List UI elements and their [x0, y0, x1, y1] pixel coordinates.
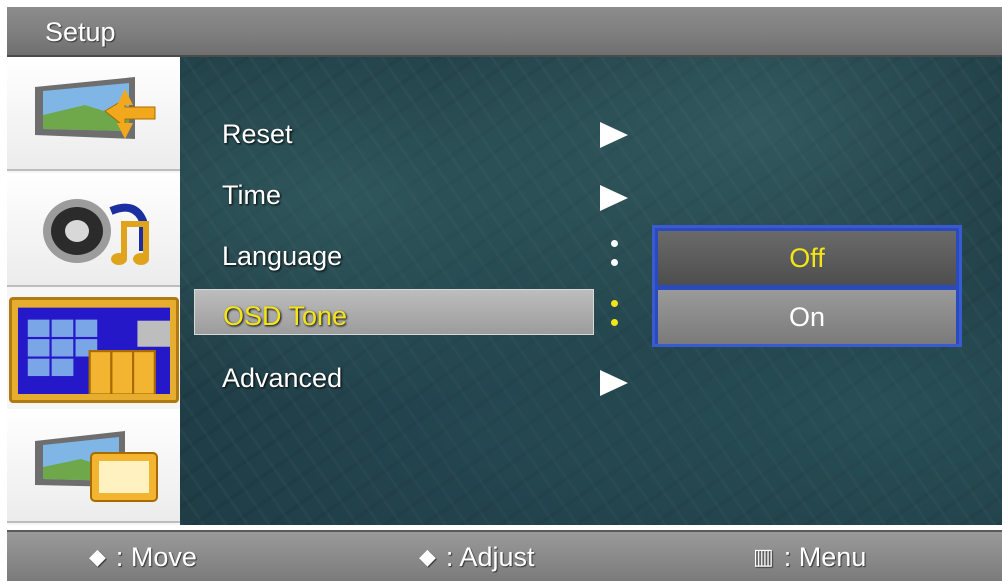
value-colon-icon [611, 240, 618, 278]
title-bar: Setup [7, 7, 1002, 57]
value-colon-icon [611, 300, 618, 338]
picture-input-icon [35, 77, 156, 139]
menu-item-time[interactable]: Time [200, 174, 580, 218]
sidebar-item-setup[interactable] [9, 297, 179, 403]
menu-item-advanced[interactable]: Advanced [200, 357, 580, 401]
menu-item-label: OSD Tone [223, 301, 348, 331]
submenu-arrow-icon [600, 122, 628, 148]
option-off[interactable]: Off [658, 231, 956, 285]
setup-menu-panel: Reset Time Language OSD Tone Advanced Of… [180, 57, 1002, 525]
sidebar-item-display[interactable] [7, 409, 180, 523]
menu-hint-text: : Menu [783, 542, 867, 572]
move-hint: ◆ : Move [89, 542, 197, 573]
menu-item-label: Language [222, 241, 343, 271]
move-hint-text: : Move [115, 542, 197, 572]
submenu-arrow-icon [600, 370, 628, 396]
menu-item-language[interactable]: Language [200, 235, 580, 279]
menu-item-reset[interactable]: Reset [200, 113, 580, 157]
submenu-arrow-icon [600, 185, 628, 211]
help-bar: ◆ : Move ◆ : Adjust ▥ : Menu [7, 530, 1002, 581]
menu-icon: ▥ [753, 544, 774, 569]
left-right-arrow-icon: ◆ [89, 544, 106, 569]
menu-hint: ▥ : Menu [753, 542, 866, 573]
page-title: Setup [45, 17, 116, 47]
menu-item-label: Time [222, 180, 281, 210]
sound-speaker-icon [43, 199, 149, 265]
up-down-arrow-icon: ◆ [419, 544, 436, 569]
sidebar-item-sound[interactable] [7, 173, 180, 287]
option-on[interactable]: On [658, 290, 956, 344]
osd-tone-popup: Off On [652, 225, 962, 347]
sidebar [7, 57, 180, 525]
setup-grid-icon [18, 307, 170, 394]
sidebar-item-input[interactable] [7, 57, 180, 171]
adjust-hint: ◆ : Adjust [419, 542, 534, 573]
menu-item-osd-tone[interactable]: OSD Tone [194, 289, 594, 335]
menu-item-label: Advanced [222, 363, 343, 393]
display-screen-icon [35, 431, 158, 502]
adjust-hint-text: : Adjust [445, 542, 535, 572]
menu-item-label: Reset [222, 119, 293, 149]
